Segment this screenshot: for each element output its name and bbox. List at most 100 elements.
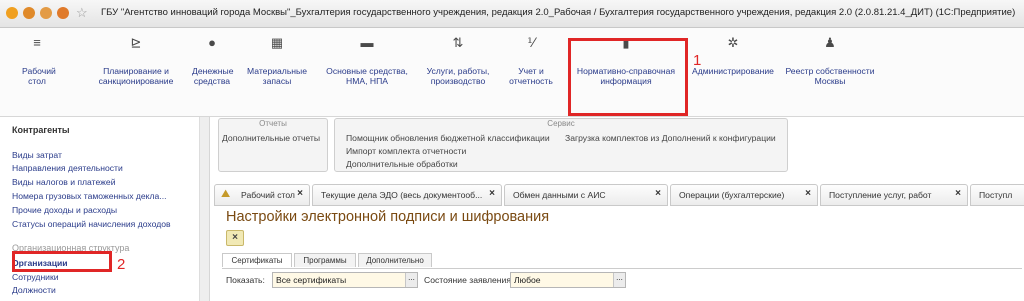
section-label-2: стол (28, 76, 46, 86)
flag-icon: ♟ (824, 35, 836, 50)
section-label-2: производство (430, 76, 486, 86)
tab-label: Поступл (979, 190, 1013, 200)
close-icon[interactable]: × (955, 188, 961, 199)
tab-label: Текущие дела ЭДО (весь документооб... (321, 190, 483, 200)
ellipsis-icon[interactable]: ... (405, 273, 417, 287)
reports-header: Отчеты (259, 119, 287, 128)
section-fixed-assets[interactable]: ▬ Основные средства, НМА, НПА (325, 34, 409, 86)
service-item[interactable]: Загрузка комплектов из Дополнений к конф… (565, 133, 776, 143)
gear-icon: ✲ (727, 35, 739, 50)
section-property-registry[interactable]: ♟ Реестр собственности Москвы (783, 34, 877, 86)
subtab-certificates[interactable]: Сертификаты (222, 253, 292, 267)
back-icon[interactable] (23, 7, 35, 19)
sidebar-item-employees[interactable]: Сотрудники (12, 272, 59, 282)
section-label-2: санкционирование (98, 76, 174, 86)
status-value: Любое (514, 275, 541, 285)
section-label: Услуги, работы, (426, 66, 490, 76)
app-logo-icon[interactable] (6, 7, 18, 19)
sections-panel: ≡ Рабочий стол ⊵ Планирование и санкцион… (0, 28, 1024, 117)
close-icon[interactable]: × (489, 188, 495, 199)
sidebar-scrollbar[interactable] (199, 117, 209, 301)
service-item[interactable]: Помощник обновления бюджетной классифика… (346, 133, 550, 143)
section-label-2: отчетность (509, 76, 553, 86)
sidebar-item[interactable]: Номера грузовых таможенных декла... (12, 191, 166, 201)
status-select[interactable]: Любое ... (510, 272, 626, 288)
section-administration[interactable]: ✲ Администрирование (692, 34, 774, 76)
sidebar-item[interactable]: Прочие доходы и расходы (12, 205, 117, 215)
section-services[interactable]: ⇅ Услуги, работы, производство (423, 34, 493, 86)
sidebar-item[interactable]: Статусы операций начисления доходов (12, 219, 171, 229)
section-money[interactable]: ● Денежные средства (192, 34, 234, 86)
annotation-marker-2: 2 (117, 256, 126, 273)
sidebar: Контрагенты Виды затрат Направления деят… (0, 117, 210, 301)
truck-icon: ▬ (360, 35, 374, 50)
tab-label: Операции (бухгалтерские) (679, 190, 785, 200)
tab-label: Обмен данными с АИС (513, 190, 606, 200)
status-label: Состояние заявления: (424, 275, 514, 285)
tab-label: Рабочий стол (241, 190, 295, 200)
sidebar-item[interactable]: Направления деятельности (12, 163, 123, 173)
accounting-icon: ⅟ (527, 35, 535, 50)
section-inventory[interactable]: ▦ Материальные запасы (246, 34, 308, 86)
subtab-additional[interactable]: Дополнительно (358, 253, 432, 267)
form-title: Настройки электронной подписи и шифрован… (226, 209, 550, 225)
desktop-icon: ⛰ (221, 188, 231, 200)
tab-edo-tasks[interactable]: Текущие дела ЭДО (весь документооб... × (312, 184, 502, 206)
ellipsis-icon[interactable]: ... (613, 273, 625, 287)
filter-row: Показать: Все сертификаты ... Состояние … (222, 268, 1022, 291)
section-label-2: Москвы (814, 76, 846, 86)
window-title: ГБУ "Агентство инноваций города Москвы"_… (101, 7, 1016, 18)
title-bar: ☆ ГБУ "Агентство инноваций города Москвы… (0, 0, 1024, 28)
section-planning[interactable]: ⊵ Планирование и санкционирование (90, 34, 182, 86)
close-form-button[interactable]: × (226, 230, 244, 246)
menu-icon[interactable] (57, 7, 69, 19)
section-desktop[interactable]: ≡ Рабочий стол (22, 34, 56, 86)
section-label-2: средства (193, 76, 231, 86)
tab-services-receipt[interactable]: Поступление услуг, работ × (820, 184, 968, 206)
planning-icon: ⊵ (130, 35, 142, 50)
close-icon[interactable]: × (655, 188, 661, 199)
tab-accounting-operations[interactable]: Операции (бухгалтерские) × (670, 184, 818, 206)
services-icon: ⇅ (452, 35, 464, 50)
tab-label: Поступление услуг, работ (829, 190, 932, 200)
forward-icon[interactable] (40, 7, 52, 19)
show-select[interactable]: Все сертификаты ... (272, 272, 418, 288)
show-value: Все сертификаты (276, 275, 347, 285)
service-panel: Сервис Помощник обновления бюджетной кла… (334, 118, 788, 172)
section-label: Планирование и (103, 66, 169, 76)
service-header: Сервис (547, 119, 575, 128)
highlight-box-1 (568, 38, 688, 116)
open-windows-tabs: ⛰ Рабочий стол × Текущие дела ЭДО (весь … (214, 184, 1024, 206)
menu-lines-icon: ≡ (33, 35, 41, 50)
highlight-box-2 (12, 251, 112, 272)
sidebar-item-positions[interactable]: Должности (12, 285, 56, 295)
section-accounting[interactable]: ⅟ Учет и отчетность (506, 34, 556, 86)
sidebar-item[interactable]: Виды затрат (12, 150, 62, 160)
sidebar-item[interactable]: Виды налогов и платежей (12, 177, 116, 187)
section-label-2: запасы (262, 76, 292, 86)
annotation-marker-1: 1 (693, 52, 702, 69)
money-icon: ● (208, 35, 216, 50)
tab-desktop[interactable]: ⛰ Рабочий стол × (214, 184, 310, 206)
section-label: Учет и (518, 66, 544, 76)
tab-ais-exchange[interactable]: Обмен данными с АИС × (504, 184, 668, 206)
section-label: Администрирование (692, 66, 774, 76)
inventory-icon: ▦ (270, 35, 284, 50)
service-item[interactable]: Дополнительные обработки (346, 159, 458, 169)
favorites-star-icon[interactable]: ☆ (76, 5, 88, 21)
sidebar-group-title: Контрагенты (12, 125, 70, 135)
subtab-programs[interactable]: Программы (294, 253, 356, 267)
close-icon[interactable]: × (297, 188, 303, 199)
service-item[interactable]: Импорт комплекта отчетности (346, 146, 466, 156)
section-label: Материальные (246, 66, 308, 76)
section-label: Основные средства, (326, 66, 408, 76)
show-label: Показать: (226, 275, 265, 285)
reports-item[interactable]: Дополнительные отчеты (222, 133, 320, 143)
section-label: Реестр собственности (785, 66, 875, 76)
section-label: Денежные (192, 66, 234, 76)
reports-panel: Отчеты Дополнительные отчеты (218, 118, 328, 172)
section-label: Рабочий (22, 66, 56, 76)
section-label-2: НМА, НПА (346, 76, 388, 86)
close-icon[interactable]: × (805, 188, 811, 199)
tab-receipt-truncated[interactable]: Поступл (970, 184, 1024, 206)
